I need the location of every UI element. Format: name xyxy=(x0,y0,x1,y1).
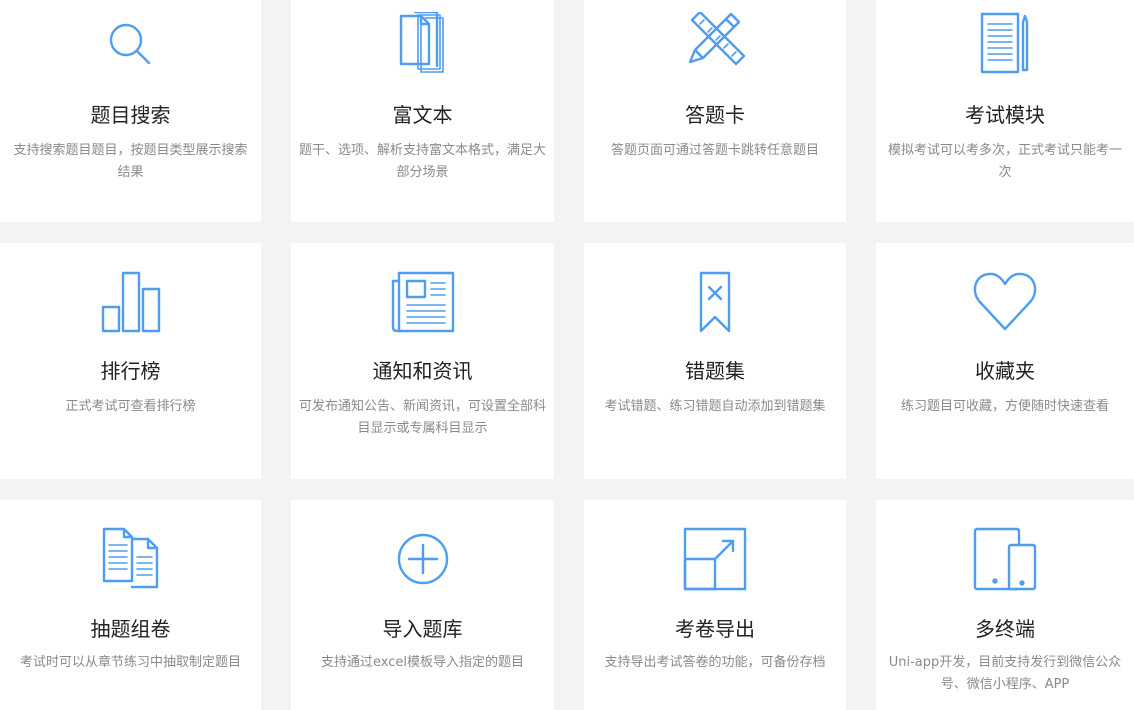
feature-card-export[interactable]: 考卷导出 支持导出考试答卷的功能，可备份存档 xyxy=(584,500,846,710)
search-icon xyxy=(91,12,171,78)
bookmark-x-icon xyxy=(675,269,755,335)
feature-card-exam[interactable]: 考试模块 模拟考试可以考多次，正式考试只能考一次 xyxy=(876,0,1134,222)
feature-title: 答题卡 xyxy=(685,103,745,127)
bar-chart-icon xyxy=(91,269,171,335)
feature-card-news[interactable]: 通知和资讯 可发布通知公告、新闻资讯，可设置全部科目显示或专属科目显示 xyxy=(291,243,554,479)
feature-card-random-exam[interactable]: 抽题组卷 考试时可以从章节练习中抽取制定题目 xyxy=(0,500,261,710)
export-icon xyxy=(675,525,755,591)
feature-desc: 答题页面可通过答题卡跳转任意题目 xyxy=(610,143,819,158)
feature-desc: 考试时可以从章节练习中抽取制定题目 xyxy=(19,655,241,670)
feature-desc: 可发布通知公告、新闻资讯，可设置全部科目显示或专属科目显示 xyxy=(299,399,547,436)
feature-title: 富文本 xyxy=(392,103,453,127)
feature-desc: 模拟考试可以考多次，正式考试只能考一次 xyxy=(887,143,1122,180)
copy-documents-icon xyxy=(91,525,171,591)
feature-title: 考卷导出 xyxy=(675,617,755,641)
feature-card-ranking[interactable]: 排行榜 正式考试可查看排行榜 xyxy=(0,243,261,479)
feature-desc: 支持导出考试答卷的功能，可备份存档 xyxy=(604,655,826,670)
feature-desc: Uni-app开发，目前支持发行到微信公众号、微信小程序、APP xyxy=(888,655,1122,692)
feature-title: 收藏夹 xyxy=(975,359,1035,383)
feature-title: 通知和资讯 xyxy=(372,359,473,383)
feature-card-wrong-questions[interactable]: 错题集 考试错题、练习错题自动添加到错题集 xyxy=(584,243,846,479)
feature-card-multi-terminal[interactable]: 多终端 Uni-app开发，目前支持发行到微信公众号、微信小程序、APP xyxy=(876,500,1134,710)
notepad-pen-icon xyxy=(965,12,1045,78)
plus-circle-icon xyxy=(383,525,463,591)
heart-icon xyxy=(965,269,1045,335)
feature-title: 导入题库 xyxy=(382,617,463,641)
feature-title: 考试模块 xyxy=(965,103,1045,127)
feature-title: 错题集 xyxy=(685,359,745,383)
feature-card-answer-sheet[interactable]: 答题卡 答题页面可通过答题卡跳转任意题目 xyxy=(584,0,846,222)
feature-title: 多终端 xyxy=(975,617,1035,641)
feature-desc: 正式考试可查看排行榜 xyxy=(65,399,196,414)
feature-card-import[interactable]: 导入题库 支持通过excel模板导入指定的题目 xyxy=(291,500,554,710)
feature-title: 排行榜 xyxy=(100,359,161,383)
pencil-ruler-icon xyxy=(675,12,755,78)
feature-card-rich-text[interactable]: 富文本 题干、选项、解析支持富文本格式，满足大部分场景 xyxy=(291,0,554,222)
feature-title: 抽题组卷 xyxy=(90,617,171,641)
devices-icon xyxy=(965,525,1045,591)
feature-desc: 题干、选项、解析支持富文本格式，满足大部分场景 xyxy=(299,143,547,180)
feature-desc: 支持通过excel模板导入指定的题目 xyxy=(321,655,524,670)
feature-card-favorites[interactable]: 收藏夹 练习题目可收藏，方便随时快速查看 xyxy=(876,243,1134,479)
documents-icon xyxy=(383,12,463,78)
feature-desc: 考试错题、练习错题自动添加到错题集 xyxy=(604,399,826,414)
feature-desc: 支持搜索题目题目，按题目类型展示搜索结果 xyxy=(13,143,248,180)
feature-title: 题目搜索 xyxy=(90,103,171,127)
feature-desc: 练习题目可收藏，方便随时快速查看 xyxy=(900,399,1109,414)
feature-card-search[interactable]: 题目搜索 支持搜索题目题目，按题目类型展示搜索结果 xyxy=(0,0,261,222)
newspaper-icon xyxy=(383,269,463,335)
